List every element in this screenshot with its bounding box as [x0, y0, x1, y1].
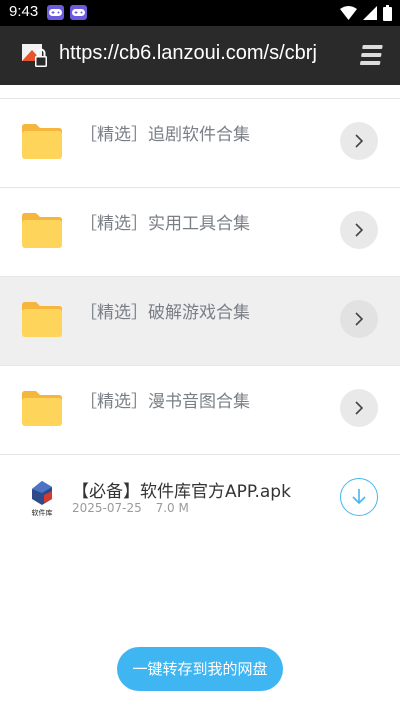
app-logo-text: 软件库 [32, 508, 53, 517]
folder-icon [22, 390, 62, 426]
folder-label: ［精选］漫书音图合集 [80, 392, 250, 412]
app-logo-icon: 软件库 [24, 477, 60, 517]
status-bar: 9:43 [0, 0, 400, 26]
cell-signal-icon [363, 6, 377, 20]
menu-icon[interactable] [360, 43, 386, 71]
folder-label: ［精选］实用工具合集 [80, 214, 250, 234]
game-controller-icon [47, 5, 64, 20]
status-icons [340, 4, 392, 22]
download-icon[interactable] [340, 478, 378, 516]
save-to-drive-button[interactable]: 一键转存到我的网盘 [117, 647, 283, 691]
file-meta: 2025-07-25 7.0 M [72, 501, 189, 515]
file-size: 7.0 M [155, 501, 189, 515]
folder-label: ［精选］破解游戏合集 [80, 303, 250, 323]
url-text[interactable]: https://cb6.lanzoui.com/s/cbrj [59, 42, 317, 65]
chevron-right-icon[interactable] [340, 122, 378, 160]
file-name: 【必备】软件库官方APP.apk [72, 482, 291, 502]
battery-icon [383, 5, 392, 21]
chevron-right-icon[interactable] [340, 300, 378, 338]
folder-icon [22, 123, 62, 159]
folder-icon [22, 212, 62, 248]
folder-row[interactable]: ［精选］破解游戏合集 [0, 277, 400, 366]
folder-row[interactable]: ［精选］实用工具合集 [0, 188, 400, 277]
browser-toolbar: https://cb6.lanzoui.com/s/cbrj [0, 26, 400, 85]
chevron-right-icon[interactable] [340, 389, 378, 427]
folder-row[interactable]: ［精选］漫书音图合集 [0, 366, 400, 455]
file-row[interactable]: 软件库 【必备】软件库官方APP.apk 2025-07-25 7.0 M [0, 455, 400, 540]
game-controller-icon [70, 5, 87, 20]
status-time: 9:43 [9, 3, 39, 20]
wifi-icon [340, 6, 357, 20]
folder-label: ［精选］追剧软件合集 [80, 125, 250, 145]
site-info-icon[interactable] [21, 42, 49, 70]
folder-row[interactable]: ［精选］追剧软件合集 [0, 99, 400, 188]
file-list: ［精选］追剧软件合集 ［精选］实用工具合集 ［精选］破解游戏合集 ［精选］漫书音… [0, 98, 400, 540]
folder-icon [22, 301, 62, 337]
file-date: 2025-07-25 [72, 501, 142, 515]
chevron-right-icon[interactable] [340, 211, 378, 249]
